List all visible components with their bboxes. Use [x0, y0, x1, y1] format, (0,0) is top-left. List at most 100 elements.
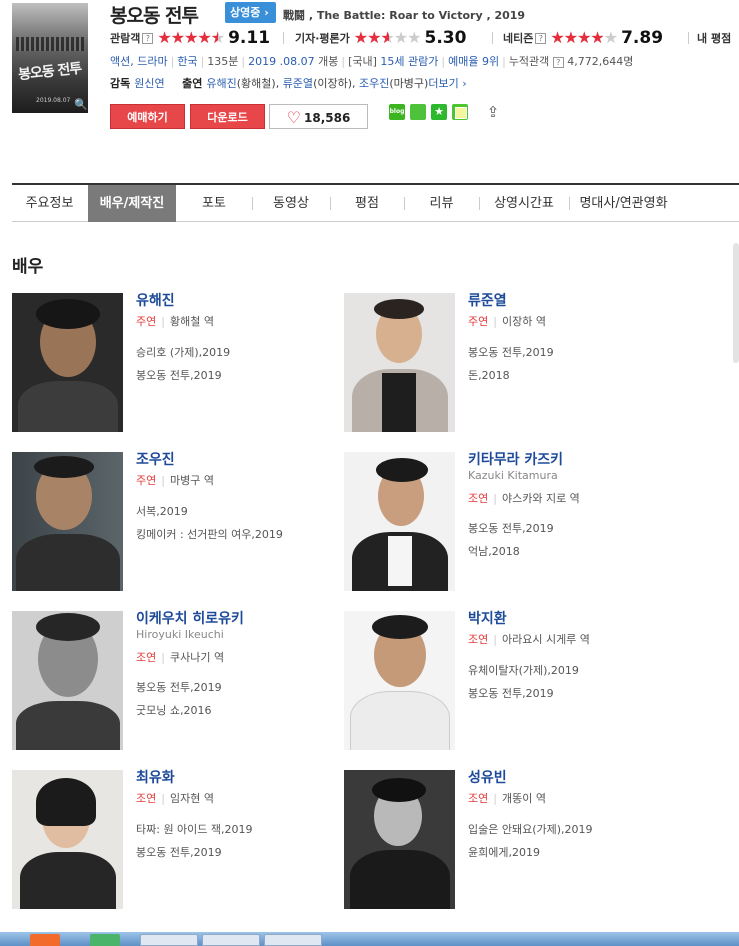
memo-share-icon[interactable]	[452, 104, 468, 120]
tab-main-info[interactable]: 주요정보	[12, 185, 87, 222]
actor-film[interactable]: 억남,2018	[468, 543, 520, 559]
tab-photo[interactable]: 포토	[177, 185, 251, 222]
actor-film[interactable]: 서복,2019	[136, 503, 188, 519]
poster-crowd-image	[16, 37, 84, 51]
cast-link[interactable]: 유해진	[206, 77, 236, 90]
cast-link[interactable]: 류준열	[283, 77, 313, 90]
taskbar-app-icon[interactable]	[30, 934, 60, 946]
my-rating-label[interactable]: 내 평점	[697, 30, 731, 46]
help-icon[interactable]: ?	[142, 32, 154, 44]
genre-link[interactable]: 액션, 드라마	[110, 53, 168, 69]
my-rating[interactable]: 내 평점	[697, 28, 731, 48]
help-icon[interactable]: ?	[552, 57, 564, 68]
critic-rating: 기자·평론가 ★★★★★★★★★★ 5.30	[295, 28, 466, 48]
like-button[interactable]: ♡ 18,586	[269, 104, 368, 129]
role-name: 개똥이 역	[501, 792, 546, 805]
rating-score: 5.30	[424, 28, 467, 48]
actor-film[interactable]: 봉오동 전투,2019	[136, 367, 222, 383]
role-type: 주연	[136, 474, 157, 487]
actor-name[interactable]: 유해진	[136, 290, 175, 310]
release-date-link[interactable]: 2019 .08.07	[248, 55, 314, 68]
tab-rating[interactable]: 평점	[331, 185, 403, 222]
actor-photo[interactable]	[344, 611, 455, 750]
actor-role: 조연 | 야스카와 지로 역	[468, 492, 580, 505]
reserve-button[interactable]: 예매하기	[110, 104, 185, 129]
actor-photo[interactable]	[344, 452, 455, 591]
download-button[interactable]: 다운로드	[190, 104, 265, 129]
actor-name[interactable]: 박지환	[468, 608, 507, 628]
role-name: 야스카와 지로 역	[501, 492, 580, 505]
actor-film[interactable]: 승리호 (가제),2019	[136, 344, 230, 360]
director-link[interactable]: 원신연	[134, 77, 164, 90]
rating-stars: ★★★★★★★★★★	[550, 28, 618, 47]
taskbar-app-icon[interactable]	[264, 934, 322, 946]
actor-name[interactable]: 최유화	[136, 767, 175, 787]
actor-photo[interactable]	[12, 770, 123, 909]
actor-film[interactable]: 봉오동 전투,2019	[136, 844, 222, 860]
role-name: 마병구 역	[169, 474, 214, 487]
actor-film[interactable]: 윤희에게,2019	[468, 844, 540, 860]
actor-photo[interactable]	[12, 293, 123, 432]
more-link[interactable]: 더보기 ›	[428, 77, 466, 90]
actor-name[interactable]: 조우진	[136, 449, 175, 469]
actor-photo[interactable]	[12, 611, 123, 750]
actor-film[interactable]: 유체이탈자(가제),2019	[468, 662, 579, 678]
me2day-share-icon[interactable]	[410, 104, 426, 120]
rating-score: 9.11	[228, 28, 271, 48]
zoom-icon[interactable]: 🔍	[74, 99, 88, 111]
actor-photo[interactable]	[344, 293, 455, 432]
actor-name[interactable]: 성유빈	[468, 767, 507, 787]
actor-film[interactable]: 입술은 안돼요(가제),2019	[468, 821, 593, 837]
actor-film[interactable]: 돈,2018	[468, 367, 510, 383]
rating-label: 관람객	[110, 32, 141, 45]
movie-meta: 액션, 드라마 | 한국 | 135분 | 2019 .08.07 개봉 | [국내] 15세 …	[110, 53, 634, 69]
scrollbar[interactable]	[733, 243, 739, 363]
favorite-star-icon[interactable]: ★	[431, 104, 447, 120]
cast-role: (이장하)	[313, 77, 353, 90]
taskbar-app-icon[interactable]	[90, 934, 120, 946]
country-link[interactable]: 한국	[177, 53, 197, 69]
actor-role: 주연 | 마병구 역	[136, 474, 214, 487]
actor-film[interactable]: 봉오동 전투,2019	[468, 685, 554, 701]
actor-photo[interactable]	[344, 770, 455, 909]
rating-prefix: [국내]	[348, 55, 377, 68]
tab-bar: 주요정보 배우/제작진 포토 동영상 평점 리뷰 상영시간표 명대사/연관영화	[12, 183, 739, 222]
age-rating-link[interactable]: 15세 관람가	[380, 53, 438, 69]
actor-name[interactable]: 이케우치 히로유키	[136, 608, 244, 628]
movie-title[interactable]: 봉오동 전투	[110, 1, 199, 28]
actor-role: 조연 | 아라요시 시게루 역	[468, 633, 590, 646]
rating-stars: ★★★★★★★★★★	[353, 28, 422, 47]
actor-role: 조연 | 개똥이 역	[468, 792, 546, 805]
role-name: 아라요시 시게루 역	[501, 633, 590, 646]
actor-film[interactable]: 봉오동 전투,2019	[468, 344, 554, 360]
help-icon[interactable]: ?	[535, 32, 547, 44]
taskbar-app-icon[interactable]	[140, 934, 198, 946]
actor-film[interactable]: 봉오동 전투,2019	[136, 679, 222, 695]
cast-label: 출연	[182, 77, 203, 90]
section-title: 배우	[12, 257, 44, 277]
status-badge[interactable]: 상영중 ›	[225, 2, 276, 23]
tab-showtimes[interactable]: 상영시간표	[480, 185, 568, 222]
taskbar-app-icon[interactable]	[202, 934, 260, 946]
role-type: 조연	[136, 792, 157, 805]
actor-name[interactable]: 키타무라 카즈키	[468, 449, 563, 469]
tab-quotes-related[interactable]: 명대사/연관영화	[570, 185, 677, 222]
credits-line: 감독 원신연 출연 유해진(황해철), 류준열(이장하), 조우진(마병구)더보기 …	[110, 77, 467, 90]
actor-film[interactable]: 굿모닝 쇼,2016	[136, 702, 211, 718]
tab-video[interactable]: 동영상	[253, 185, 329, 222]
blog-share-icon[interactable]: blog	[389, 104, 405, 120]
ratings-row: 관람객 ? ★★★★★★★★★★ 9.11 기자·평론가 ★★★★★★★★★★ …	[110, 28, 739, 48]
movie-poster[interactable]: 봉오동 전투 2019.08.07 🔍	[12, 3, 88, 113]
actor-film[interactable]: 킹메이커 : 선거판의 여우,2019	[136, 526, 283, 542]
share-icon[interactable]: ⇪	[484, 103, 502, 121]
reservation-rank-link[interactable]: 예매율 9위	[448, 53, 499, 69]
rating-label: 네티즌	[503, 32, 534, 45]
cast-link[interactable]: 조우진	[359, 77, 389, 90]
role-type: 주연	[136, 315, 157, 328]
actor-photo[interactable]	[12, 452, 123, 591]
actor-film[interactable]: 봉오동 전투,2019	[468, 520, 554, 536]
tab-cast-crew[interactable]: 배우/제작진	[88, 185, 176, 222]
tab-review[interactable]: 리뷰	[405, 185, 478, 222]
actor-name[interactable]: 류준열	[468, 290, 507, 310]
actor-film[interactable]: 타짜: 원 아이드 잭,2019	[136, 821, 253, 837]
